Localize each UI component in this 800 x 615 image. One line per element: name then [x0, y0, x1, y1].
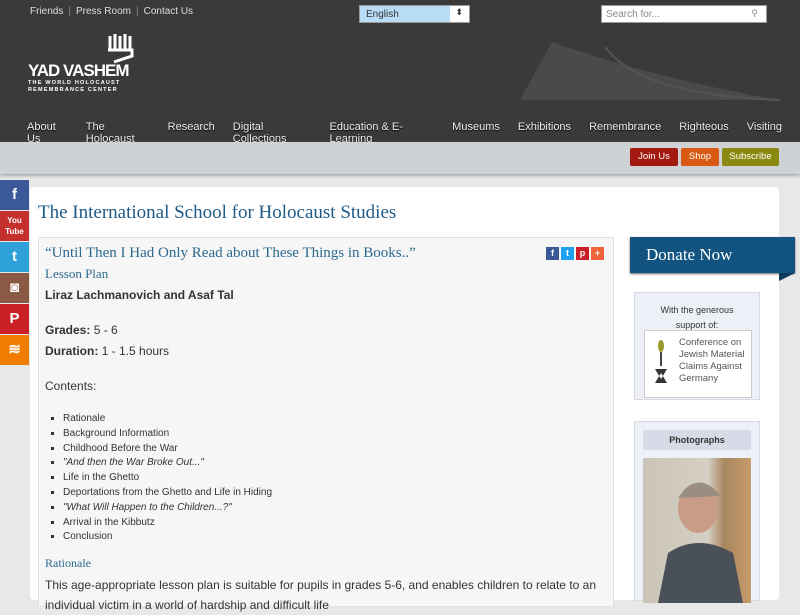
list-item[interactable]: Conclusion — [63, 530, 272, 545]
claims-line: Jewish Material — [679, 349, 745, 360]
logo-sub1: THE WORLD HOLOCAUST — [28, 80, 121, 86]
contents-list: Rationale Background Information Childho… — [63, 412, 272, 545]
list-item[interactable]: Arrival in the Kibbutz — [63, 516, 272, 531]
twitter-icon[interactable]: t — [0, 242, 29, 272]
donate-ribbon-fold — [779, 273, 795, 281]
friends-link[interactable]: Friends — [30, 6, 63, 17]
facebook-icon[interactable]: f — [0, 180, 29, 210]
duration-value: 1 - 1.5 hours — [101, 344, 170, 358]
select-arrows-icon: ⬍ — [455, 7, 463, 17]
share-pinterest-icon[interactable]: p — [576, 247, 589, 260]
duration-label: Duration: — [45, 344, 99, 358]
search-input[interactable]: Search for... ⚲ — [601, 5, 767, 23]
shop-button[interactable]: Shop — [681, 148, 719, 166]
top-links: Friends | Press Room | Contact Us — [30, 6, 194, 17]
youtube-icon[interactable]: You Tube — [0, 211, 29, 241]
search-placeholder: Search for... — [606, 9, 660, 20]
donate-now-button[interactable]: Donate Now — [630, 237, 795, 273]
support-line1: With the generous — [660, 305, 734, 315]
rss-icon[interactable]: ≋ — [0, 335, 29, 365]
social-sidebar: f You Tube t ◙ P ≋ — [0, 180, 29, 366]
grades-label: Grades: — [45, 323, 91, 337]
lesson-content: “Until Then I Had Only Read about These … — [38, 237, 614, 612]
photographs-box: Photographs — [634, 421, 760, 603]
lesson-title: “Until Then I Had Only Read about These … — [45, 245, 416, 261]
list-item[interactable]: Deportations from the Ghetto and Life in… — [63, 486, 272, 501]
search-icon[interactable]: ⚲ — [751, 8, 758, 19]
list-item[interactable]: Rationale — [63, 412, 272, 427]
photographs-heading: Photographs — [643, 430, 751, 450]
pinterest-icon[interactable]: P — [0, 304, 29, 334]
share-twitter-icon[interactable]: t — [561, 247, 574, 260]
authors: Liraz Lachmanovich and Asaf Tal — [45, 288, 234, 302]
candle-star-icon — [655, 340, 667, 383]
logo-sub2: REMEMBRANCE CENTER — [28, 87, 118, 93]
claims-conference-logo[interactable]: Conference on Jewish Material Claims Aga… — [644, 330, 752, 398]
list-item[interactable]: "And then the War Broke Out..." — [63, 456, 272, 471]
rationale-text: This age-appropriate lesson plan is suit… — [45, 578, 597, 612]
main-panel: The International School for Holocaust S… — [30, 187, 795, 612]
share-facebook-icon[interactable]: f — [546, 247, 559, 260]
site-header: Friends | Press Room | Contact Us English ⬍ S… — [0, 0, 800, 145]
menorah-hand-icon — [108, 34, 134, 64]
subscribe-button[interactable]: Subscribe — [722, 148, 779, 166]
claims-line: Germany — [679, 373, 719, 384]
claims-line: Conference on — [679, 337, 742, 348]
page-title: The International School for Holocaust S… — [38, 202, 397, 223]
list-item[interactable]: Background Information — [63, 427, 272, 442]
photo-image[interactable] — [643, 458, 751, 603]
join-us-button[interactable]: Join Us — [630, 148, 678, 166]
support-box: With the generous support of: Conference… — [634, 292, 760, 400]
share-buttons: f t p + — [546, 247, 604, 260]
list-item[interactable]: Childhood Before the War — [63, 442, 272, 457]
instagram-icon[interactable]: ◙ — [0, 273, 29, 303]
rationale-heading: Rationale — [45, 556, 91, 570]
lesson-type: Lesson Plan — [45, 266, 109, 281]
language-value: English — [360, 6, 450, 22]
list-item[interactable]: "What Will Happen to the Children...?" — [63, 501, 272, 516]
header-decoration — [520, 42, 781, 101]
action-strip — [0, 142, 800, 174]
contents-label: Contents: — [45, 379, 97, 393]
press-room-link[interactable]: Press Room — [76, 6, 131, 17]
yad-vashem-logo[interactable]: YAD VASHEM THE WORLD HOLOCAUST REMEMBRAN… — [28, 34, 138, 94]
contact-us-link[interactable]: Contact Us — [144, 6, 193, 17]
grades: Grades: 5 - 6 — [45, 323, 118, 337]
share-more-icon[interactable]: + — [591, 247, 604, 260]
portrait-photo — [658, 482, 743, 603]
list-item[interactable]: Life in the Ghetto — [63, 471, 272, 486]
language-select[interactable]: English ⬍ — [359, 5, 470, 23]
grades-value: 5 - 6 — [93, 323, 118, 337]
duration: Duration: 1 - 1.5 hours — [45, 344, 169, 358]
logo-name: YAD VASHEM — [28, 61, 130, 80]
claims-line: Claims Against — [679, 361, 742, 372]
